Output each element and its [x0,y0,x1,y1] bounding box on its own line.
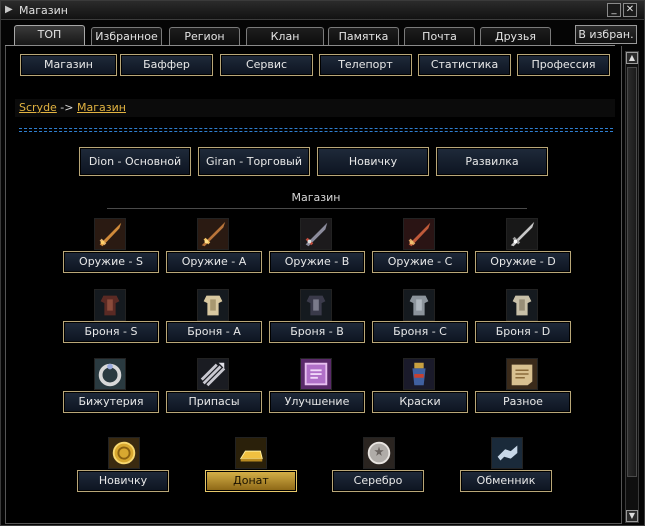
armor-a-button[interactable]: Броня - A [166,321,262,343]
armor-icon[interactable] [506,289,538,321]
server-dion-button[interactable]: Dion - Основной [79,147,191,176]
armor-d-button[interactable]: Броня - D [475,321,571,343]
window-arrow-icon: ▶ [5,4,13,15]
shop-window: ▶ Магазин _ ✕ ТОП Избранное Регион Клан … [0,0,645,526]
title-bar[interactable]: ▶ Магазин _ ✕ [1,1,644,20]
silver-coin-icon[interactable] [363,437,395,469]
armor-b-button[interactable]: Броня - B [269,321,365,343]
nav-service-button[interactable]: Сервис [220,54,313,76]
breadcrumb-link-scryde[interactable]: Scryde [19,101,57,114]
nav-shop-button[interactable]: Магазин [20,54,117,76]
donate-button[interactable]: Донат [205,470,297,492]
section-divider [107,208,527,209]
supplies-button[interactable]: Припасы [166,391,262,413]
sword-icon[interactable] [403,218,435,250]
server-newbie-button[interactable]: Новичку [317,147,429,176]
jewelry-button[interactable]: Бижутерия [63,391,159,413]
server-giran-button[interactable]: Giran - Торговый [198,147,310,176]
sword-icon[interactable] [94,218,126,250]
breadcrumb: Scryde -> Магазин [15,99,615,117]
arrows-icon[interactable] [197,358,229,390]
sword-icon[interactable] [506,218,538,250]
weapons-b-button[interactable]: Оружие - B [269,251,365,273]
armor-icon[interactable] [197,289,229,321]
silver-button[interactable]: Серебро [332,470,424,492]
sword-icon[interactable] [300,218,332,250]
scroll-down-icon[interactable]: ▼ [626,510,638,522]
tab-top[interactable]: ТОП [14,25,85,46]
newbie-pack-button[interactable]: Новичку [77,470,169,492]
gold-bar-icon[interactable] [235,437,267,469]
nav-teleport-button[interactable]: Телепорт [319,54,412,76]
misc-button[interactable]: Разное [475,391,571,413]
add-favorite-button[interactable]: В избран. [575,25,637,44]
tab-memo[interactable]: Памятка [328,27,399,46]
tab-favorites[interactable]: Избранное [91,27,162,46]
tab-clan[interactable]: Клан [246,27,324,46]
content-frame [5,46,622,524]
minimize-button[interactable]: _ [607,3,621,17]
map-icon[interactable] [506,358,538,390]
armor-icon[interactable] [94,289,126,321]
armor-icon[interactable] [300,289,332,321]
exchanger-button[interactable]: Обменник [460,470,552,492]
armor-s-button[interactable]: Броня - S [63,321,159,343]
armor-icon[interactable] [403,289,435,321]
breadcrumb-link-shop[interactable]: Магазин [77,101,126,114]
scroll-up-icon[interactable]: ▲ [626,52,638,64]
close-button[interactable]: ✕ [623,3,637,17]
weapons-d-button[interactable]: Оружие - D [475,251,571,273]
weapons-s-button[interactable]: Оружие - S [63,251,159,273]
scroll-icon[interactable] [300,358,332,390]
tab-mail[interactable]: Почта [404,27,475,46]
weapons-a-button[interactable]: Оружие - A [166,251,262,273]
section-title: Магазин [291,191,341,204]
paint-icon[interactable] [403,358,435,390]
ring-icon[interactable] [94,358,126,390]
nav-profession-button[interactable]: Профессия [517,54,610,76]
exchange-icon[interactable] [491,437,523,469]
scrollbar-thumb[interactable] [627,67,637,477]
nav-buffer-button[interactable]: Баффер [120,54,213,76]
dyes-button[interactable]: Краски [372,391,468,413]
weapons-c-button[interactable]: Оружие - C [372,251,468,273]
nav-statistics-button[interactable]: Статистика [418,54,511,76]
dashed-divider [19,128,613,132]
sword-icon[interactable] [197,218,229,250]
breadcrumb-separator: -> [56,101,77,114]
tab-friends[interactable]: Друзья [480,27,551,46]
armor-c-button[interactable]: Броня - C [372,321,468,343]
coin-icon[interactable] [108,437,140,469]
enhancement-button[interactable]: Улучшение [269,391,365,413]
window-title: Магазин [19,4,68,17]
tab-region[interactable]: Регион [169,27,240,46]
server-crossroad-button[interactable]: Развилка [436,147,548,176]
